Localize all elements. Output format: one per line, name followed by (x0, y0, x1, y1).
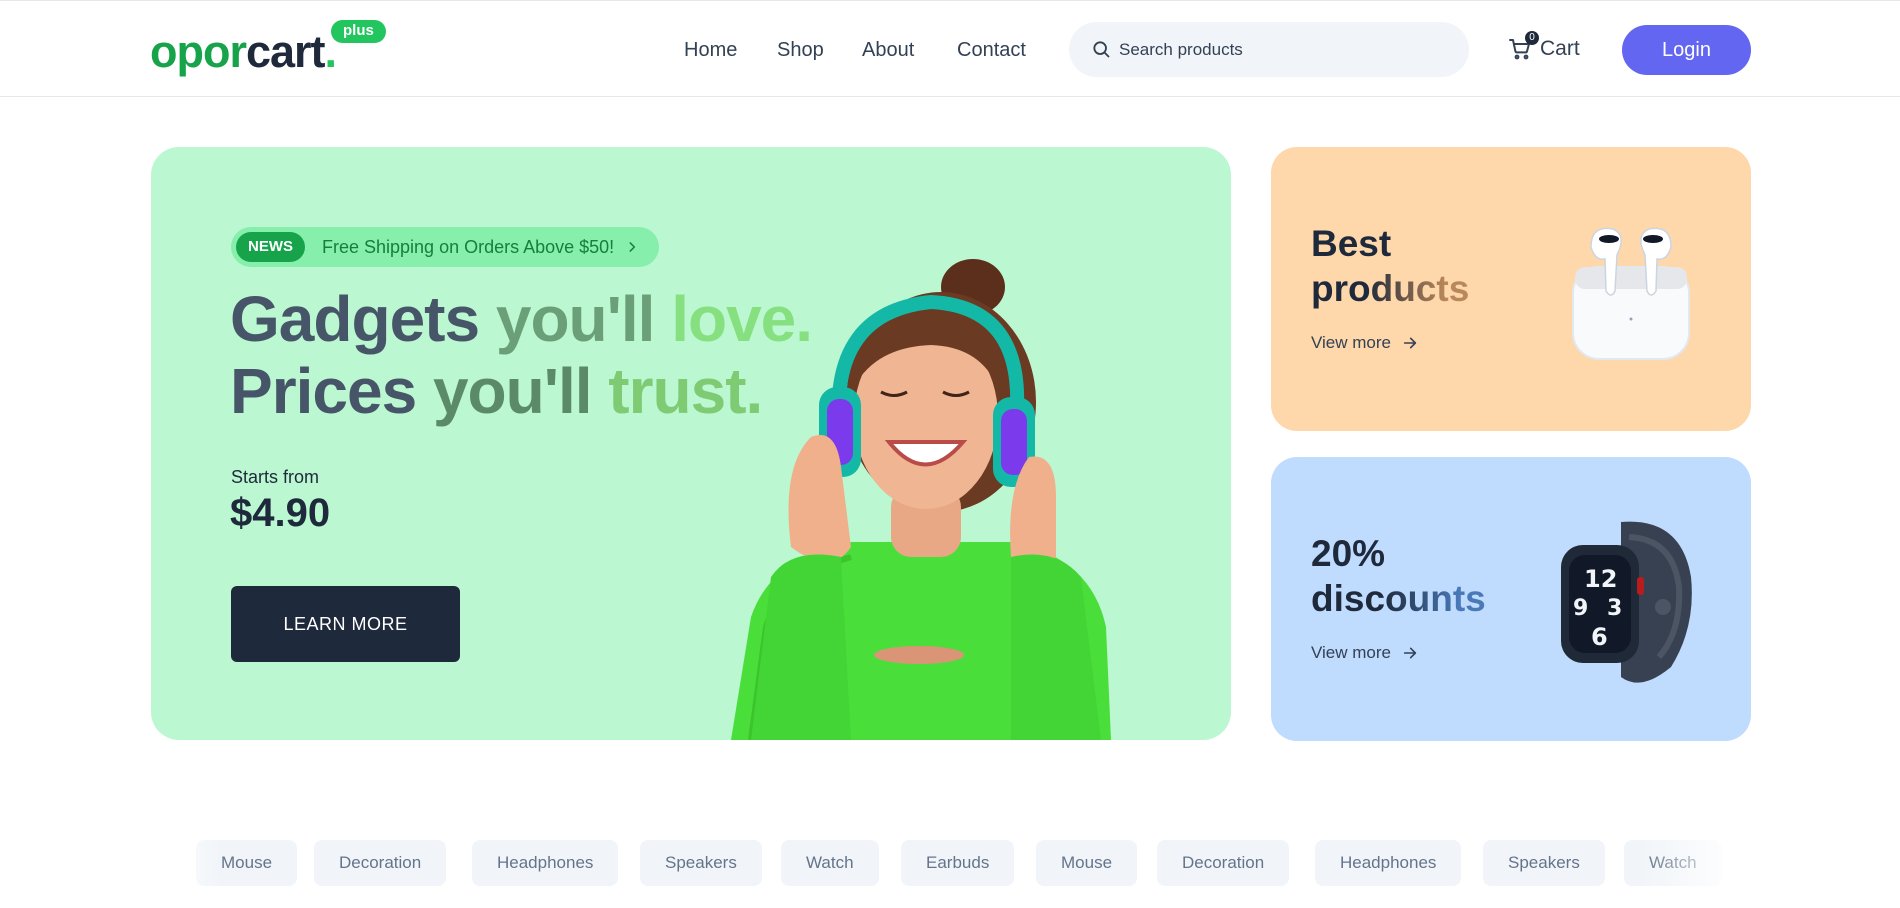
starts-from-label: Starts from (231, 467, 320, 487)
cart-label: Cart (1540, 37, 1580, 60)
search-icon (1093, 41, 1110, 58)
headline-word: Prices (230, 355, 433, 427)
watch-face-number: 12 (1584, 565, 1617, 593)
nav-home[interactable]: Home (684, 39, 737, 62)
hero-banner: NEWS Free Shipping on Orders Above $50! … (151, 147, 1231, 740)
category-carousel: Mouse Decoration Headphones Speakers Wat… (150, 840, 1750, 886)
search-bar[interactable] (1069, 22, 1469, 77)
arrow-right-icon (1403, 647, 1416, 659)
nav-about[interactable]: About (862, 39, 914, 62)
view-more-link[interactable]: View more (1311, 643, 1418, 663)
promo-card-best-products[interactable]: Best products View more (1271, 147, 1751, 431)
headline-word: you'll (432, 355, 609, 427)
category-chip-headphones[interactable]: Headphones (472, 840, 619, 886)
promo-card-discounts[interactable]: 20% discounts View more 12 9 3 6 (1271, 457, 1751, 741)
starting-price: $4.90 (230, 491, 331, 535)
carousel-fade-left (150, 836, 220, 892)
category-chip-decoration[interactable]: Decoration (1157, 840, 1290, 886)
promo-title-line-1: 20% (1311, 533, 1386, 574)
watch-face-number: 6 (1591, 623, 1608, 651)
news-message: Free Shipping on Orders Above $50! (322, 237, 615, 257)
promo-title-line-2: discounts (1311, 578, 1486, 619)
headline-word: Gadgets (230, 283, 496, 355)
category-chip-decoration[interactable]: Decoration (314, 840, 447, 886)
watch-face-number: 3 (1607, 596, 1622, 621)
cart-count-badge: 0 (1525, 31, 1539, 45)
login-button[interactable]: Login (1622, 25, 1751, 75)
category-chip-watch[interactable]: Watch (781, 840, 879, 886)
site-header: oporcart. plus Home Shop About Contact 0… (0, 0, 1900, 97)
promo-title-line-2: products (1311, 268, 1470, 309)
smartwatch-image: 12 9 3 6 (1561, 521, 1692, 683)
promo-title: 20% discounts (1311, 531, 1486, 621)
nav-shop[interactable]: Shop (777, 39, 824, 62)
learn-more-button[interactable]: LEARN MORE (231, 586, 460, 662)
news-tag: NEWS (236, 232, 305, 262)
news-pill[interactable]: NEWS Free Shipping on Orders Above $50! (231, 227, 659, 267)
logo-text-part2: cart (245, 26, 326, 77)
category-chip-headphones[interactable]: Headphones (1315, 840, 1462, 886)
view-more-label: View more (1311, 333, 1391, 352)
search-input[interactable] (1119, 22, 1449, 77)
promo-title: Best products (1311, 221, 1469, 311)
category-chip-speakers[interactable]: Speakers (1483, 840, 1605, 886)
hero-woman-headphones-image (731, 259, 1111, 740)
promo-title-line-1: Best (1311, 223, 1392, 264)
view-more-link[interactable]: View more (1311, 333, 1418, 353)
airpods-image (1572, 227, 1690, 360)
carousel-fade-right (1640, 836, 1760, 892)
brand-logo[interactable]: oporcart. (150, 26, 337, 77)
headline-word: you'll (495, 283, 672, 355)
logo-text-part1: opor (150, 26, 247, 77)
category-chip-mouse[interactable]: Mouse (1036, 840, 1138, 886)
view-more-label: View more (1311, 643, 1391, 662)
category-chip-earbuds[interactable]: Earbuds (901, 840, 1015, 886)
arrow-right-icon (1403, 337, 1416, 349)
watch-face-number: 9 (1573, 596, 1588, 621)
logo-badge: plus (331, 20, 386, 43)
nav-contact[interactable]: Contact (957, 39, 1026, 62)
category-chip-speakers[interactable]: Speakers (640, 840, 762, 886)
chevron-right-icon (629, 242, 636, 252)
